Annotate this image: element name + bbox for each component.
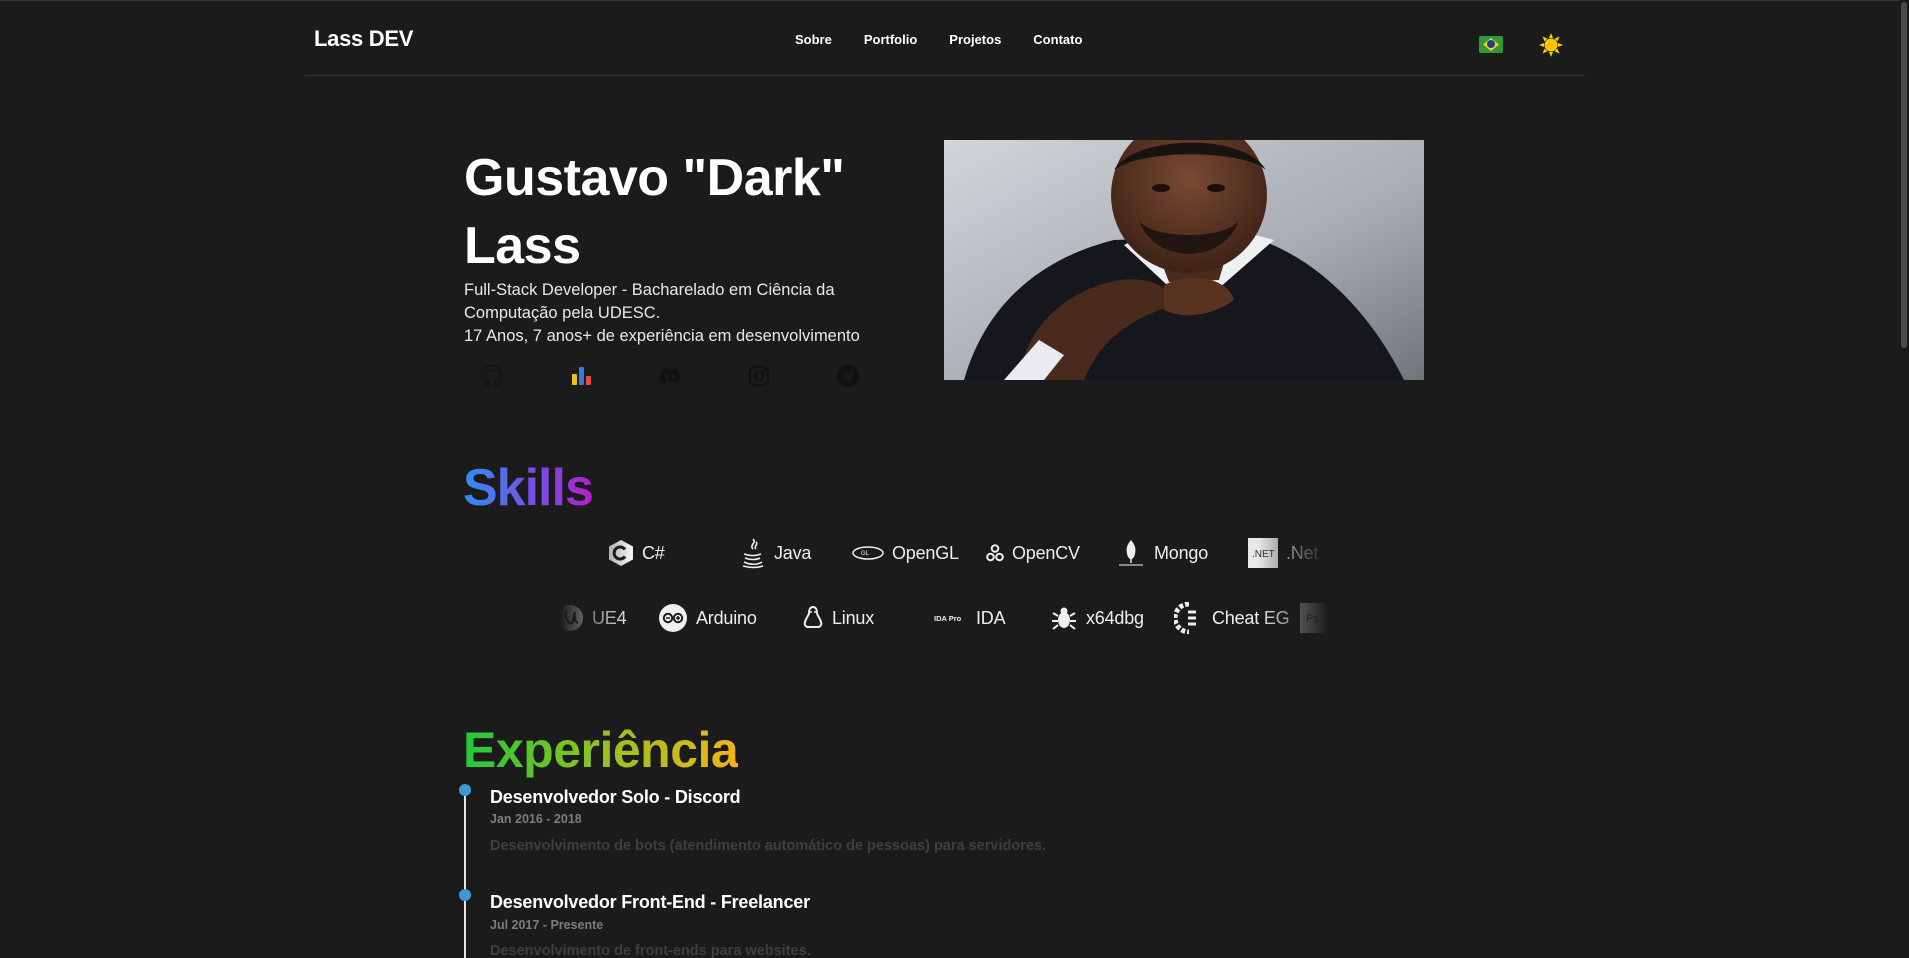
experience-title: Experiência — [463, 722, 739, 778]
skill-x64dbg-label: x64dbg — [1086, 607, 1144, 628]
skill-opengl: GL OpenGL — [852, 531, 959, 575]
experience-item-title: Desenvolvedor Solo - Discord — [490, 787, 741, 807]
skill-cheat-engine-label: Cheat EG — [1212, 607, 1290, 628]
brand-logo[interactable]: Lass DEV — [314, 26, 413, 52]
telegram-icon[interactable] — [836, 364, 860, 388]
skill-opencv: OpenCV — [986, 531, 1080, 575]
bug-icon — [1052, 607, 1076, 630]
navbar: Lass DEV Sobre Portfolio Projetos Contat… — [305, 0, 1585, 76]
nav-link-projetos[interactable]: Projetos — [949, 32, 1001, 47]
skill-java-label: Java — [774, 542, 812, 563]
instagram-icon[interactable] — [747, 364, 771, 388]
nav-link-sobre[interactable]: Sobre — [795, 32, 832, 47]
skill-mongo: Mongo — [1116, 531, 1208, 575]
portrait-illustration — [944, 140, 1424, 380]
experience-item-date: Jan 2016 - 2018 — [490, 812, 582, 826]
java-icon — [742, 538, 764, 569]
hero-description-line1: Full-Stack Developer - Bacharelado em Ci… — [464, 281, 835, 322]
opencv-icon — [986, 544, 1004, 562]
timeline-dot — [459, 784, 471, 796]
experience-item-date: Jul 2017 - Presente — [490, 918, 604, 932]
flag-globe — [1487, 40, 1495, 48]
hero-name: Gustavo "Dark" Lass — [464, 149, 845, 275]
skill-cheat-engine: Cheat EG — [1174, 596, 1290, 640]
page-scrollbar[interactable] — [1899, 0, 1909, 958]
mongodb-icon — [1119, 540, 1143, 566]
brazil-flag-icon[interactable] — [1479, 36, 1503, 53]
skill-arduino-label: Arduino — [696, 607, 757, 628]
skill-dotnet: .NET .Net — [1248, 531, 1318, 575]
skill-x64dbg: x64dbg — [1050, 596, 1144, 640]
experience-item-title: Desenvolvedor Front-End - Freelancer — [490, 892, 810, 912]
skill-csharp: C# — [608, 531, 665, 575]
unreal-engine-icon — [560, 605, 583, 631]
timeline-dot — [459, 889, 471, 901]
skill-csharp-label: C# — [642, 542, 665, 563]
sun-icon[interactable] — [1539, 33, 1563, 57]
social-links — [480, 364, 860, 388]
csharp-icon — [609, 540, 633, 566]
svg-text:Ps: Ps — [1306, 613, 1319, 625]
scrollbar-thumb[interactable] — [1901, 2, 1907, 348]
skill-ue4: UE4 — [560, 596, 627, 640]
ida-pro-icon: IDA Pro — [934, 614, 962, 623]
svg-text:GL: GL — [861, 551, 870, 557]
hero-description-line2: 17 Anos, 7 anos+ de experiência em desen… — [464, 327, 860, 345]
skill-opengl-label: OpenGL — [892, 542, 959, 563]
arduino-icon — [659, 604, 687, 632]
skills-row-1: C# Java GL OpenGL OpenCV Mongo .NET .Net — [560, 531, 1328, 575]
experience-item-description: Desenvolvimento de front-ends para websi… — [490, 943, 811, 958]
github-icon[interactable] — [480, 364, 504, 388]
skill-photoshop: Ps — [1300, 596, 1328, 640]
discord-icon[interactable] — [658, 364, 682, 388]
skill-opencv-label: OpenCV — [1012, 542, 1080, 563]
skills-title: Skills — [463, 459, 594, 517]
skill-ida: IDA Pro IDA — [934, 596, 1006, 640]
hero-description: Full-Stack Developer - Bacharelado em Ci… — [464, 279, 904, 348]
photoshop-icon: Ps — [1300, 603, 1328, 633]
linux-tux-icon — [803, 605, 823, 628]
svg-text:IDA Pro: IDA Pro — [934, 614, 962, 623]
skills-row-2: UE4 Arduino Linux IDA Pro IDA x64dbg Che… — [560, 596, 1328, 640]
timeline-line — [464, 790, 466, 958]
dotnet-icon: .NET — [1248, 538, 1278, 568]
experience-item-description: Desenvolvimento de bots (atendimento aut… — [490, 838, 1046, 854]
skill-linux: Linux — [802, 596, 874, 640]
svg-text:.NET: .NET — [1252, 549, 1275, 560]
nav-link-portfolio[interactable]: Portfolio — [864, 32, 917, 47]
profile-photo — [944, 140, 1424, 380]
skill-linux-label: Linux — [832, 607, 875, 628]
skill-mongo-label: Mongo — [1154, 542, 1209, 563]
skill-ida-label: IDA — [976, 607, 1006, 628]
skill-java: Java — [740, 531, 811, 575]
cheat-engine-icon — [1174, 602, 1196, 634]
nav-link-contato[interactable]: Contato — [1033, 32, 1082, 47]
nav-links: Sobre Portfolio Projetos Contato — [795, 32, 1082, 47]
stats-icon[interactable] — [569, 364, 593, 388]
skill-dotnet-label: .Net — [1286, 542, 1319, 563]
skill-arduino: Arduino — [658, 596, 757, 640]
skill-ue4-label: UE4 — [592, 607, 627, 628]
opengl-icon: GL — [852, 546, 884, 560]
